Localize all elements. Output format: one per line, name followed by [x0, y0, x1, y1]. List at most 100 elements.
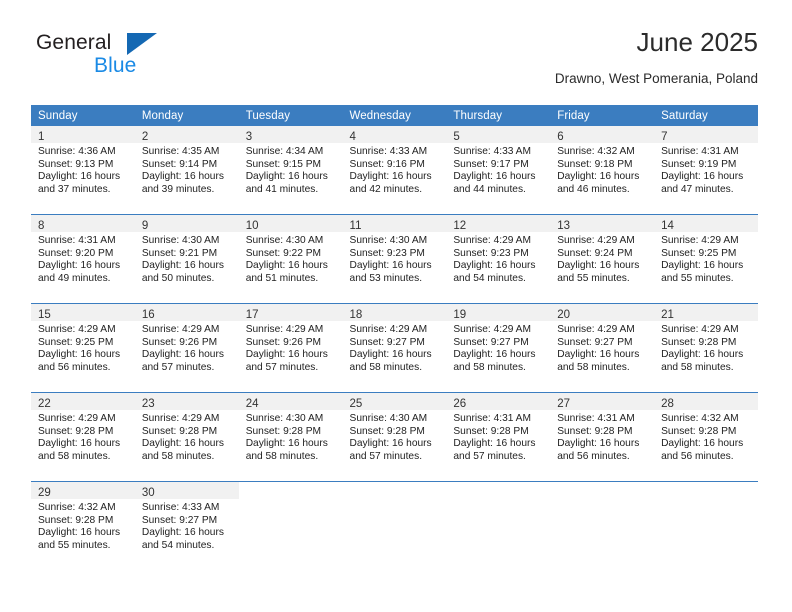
weekday-header-thursday: Thursday [446, 105, 551, 126]
day-number: 2 [141, 131, 149, 143]
sunset-text: Sunset: 9:20 PM [38, 247, 114, 259]
calendar-day-cell[interactable]: 26 Sunrise: 4:31 AM Sunset: 9:28 PM Dayligh… [446, 392, 551, 482]
calendar-day-cell[interactable]: 14 Sunrise: 4:29 AM Sunset: 9:25 PM Dayligh… [654, 214, 758, 304]
day-cell-inner: 26 Sunrise: 4:31 AM Sunset: 9:28 PM Dayligh… [446, 393, 551, 481]
day-cell-inner [446, 482, 550, 570]
calendar-day-cell[interactable]: 15 Sunrise: 4:29 AM Sunset: 9:25 PM Dayligh… [31, 303, 135, 393]
sunset-text: Sunset: 9:22 PM [245, 247, 322, 259]
daylight-text-line1: Daylight: 16 hours [245, 438, 328, 450]
day-number: 30 [141, 487, 155, 499]
calendar-day-cell[interactable]: 16 Sunrise: 4:29 AM Sunset: 9:26 PM Dayligh… [134, 303, 239, 393]
sunset-text: Sunset: 9:23 PM [349, 247, 425, 259]
sunrise-text: Sunrise: 4:31 AM [557, 413, 635, 424]
day-info: Sunrise: 4:29 AM Sunset: 9:27 PM Daylight:… [343, 321, 447, 374]
day-info: Sunrise: 4:29 AM Sunset: 9:27 PM Daylight:… [446, 321, 550, 374]
day-info: Sunrise: 4:31 AM Sunset: 9:20 PM Daylight:… [31, 232, 135, 285]
daylight-text-line2: and 55 minutes. [38, 539, 111, 551]
day-cell-inner: 1 Sunrise: 4:36 AM Sunset: 9:13 PM Daylight… [31, 126, 135, 214]
calendar-empty-cell [238, 481, 343, 570]
calendar-day-cell[interactable]: 5 Sunrise: 4:33 AM Sunset: 9:17 PM Daylight… [446, 126, 551, 215]
calendar-day-cell[interactable]: 24 Sunrise: 4:30 AM Sunset: 9:28 PM Dayligh… [238, 392, 343, 482]
calendar-week-row: 8 Sunrise: 4:31 AM Sunset: 9:20 PM Daylight… [31, 214, 758, 304]
weekday-header-tuesday: Tuesday [238, 105, 343, 126]
sunrise-text: Sunrise: 4:31 AM [661, 146, 739, 157]
calendar-day-cell[interactable]: 6 Sunrise: 4:32 AM Sunset: 9:18 PM Daylight… [550, 126, 655, 215]
day-number: 12 [453, 220, 467, 232]
calendar-day-cell[interactable]: 22 Sunrise: 4:29 AM Sunset: 9:28 PM Dayligh… [31, 392, 135, 482]
calendar-day-cell[interactable]: 10 Sunrise: 4:30 AM Sunset: 9:22 PM Dayligh… [238, 214, 343, 304]
calendar-day-cell[interactable]: 21 Sunrise: 4:29 AM Sunset: 9:28 PM Dayligh… [654, 303, 758, 393]
daylight-text-line1: Daylight: 16 hours [453, 260, 536, 272]
day-cell-inner: 29 Sunrise: 4:32 AM Sunset: 9:28 PM Dayligh… [31, 482, 135, 570]
day-cell-inner [343, 482, 447, 570]
day-cell-inner: 19 Sunrise: 4:29 AM Sunset: 9:27 PM Dayligh… [446, 304, 551, 392]
daylight-text-line1: Daylight: 16 hours [38, 349, 121, 361]
calendar-day-cell[interactable]: 29 Sunrise: 4:32 AM Sunset: 9:28 PM Dayligh… [31, 481, 135, 570]
day-number: 17 [245, 309, 259, 321]
sunrise-text: Sunrise: 4:29 AM [661, 235, 739, 246]
daylight-text-line1: Daylight: 16 hours [245, 260, 328, 272]
day-info: Sunrise: 4:31 AM Sunset: 9:19 PM Daylight:… [654, 143, 758, 196]
logo-text-general: General [36, 31, 112, 54]
calendar-day-cell[interactable]: 7 Sunrise: 4:31 AM Sunset: 9:19 PM Daylight… [654, 126, 758, 215]
day-cell-inner: 10 Sunrise: 4:30 AM Sunset: 9:22 PM Dayligh… [238, 215, 343, 303]
calendar-day-cell[interactable]: 11 Sunrise: 4:30 AM Sunset: 9:23 PM Dayligh… [342, 214, 447, 304]
day-number-band: 25 [342, 393, 447, 410]
sunset-text: Sunset: 9:27 PM [557, 336, 633, 348]
daylight-text-line2: and 53 minutes. [349, 272, 423, 284]
daylight-text-line1: Daylight: 16 hours [245, 171, 328, 183]
calendar-day-cell[interactable]: 12 Sunrise: 4:29 AM Sunset: 9:23 PM Dayligh… [446, 214, 551, 304]
day-info: Sunrise: 4:29 AM Sunset: 9:26 PM Daylight:… [239, 321, 343, 374]
daylight-text-line1: Daylight: 16 hours [141, 260, 224, 272]
daylight-text-line1: Daylight: 16 hours [141, 171, 224, 183]
calendar-day-cell[interactable]: 4 Sunrise: 4:33 AM Sunset: 9:16 PM Daylight… [342, 126, 447, 215]
calendar-day-cell[interactable]: 20 Sunrise: 4:29 AM Sunset: 9:27 PM Dayligh… [550, 303, 655, 393]
day-cell-inner [550, 482, 654, 570]
calendar-day-cell[interactable]: 3 Sunrise: 4:34 AM Sunset: 9:15 PM Daylight… [238, 126, 343, 215]
sunrise-text: Sunrise: 4:30 AM [349, 235, 428, 246]
sunset-text: Sunset: 9:28 PM [453, 425, 529, 437]
calendar-body: 1 Sunrise: 4:36 AM Sunset: 9:13 PM Daylight… [31, 126, 758, 570]
daylight-text-line1: Daylight: 16 hours [141, 349, 224, 361]
calendar-day-cell[interactable]: 18 Sunrise: 4:29 AM Sunset: 9:27 PM Dayligh… [342, 303, 447, 393]
day-number-band: 15 [31, 304, 135, 321]
sunset-text: Sunset: 9:28 PM [38, 514, 114, 526]
daylight-text-line2: and 41 minutes. [245, 183, 319, 195]
sunrise-text: Sunrise: 4:32 AM [661, 413, 739, 424]
calendar-day-cell[interactable]: 8 Sunrise: 4:31 AM Sunset: 9:20 PM Daylight… [31, 214, 135, 304]
daylight-text-line2: and 57 minutes. [245, 361, 319, 373]
title-block: June 2025 Drawno, West Pomerania, Poland [555, 26, 758, 89]
calendar-day-cell[interactable]: 2 Sunrise: 4:35 AM Sunset: 9:14 PM Daylight… [134, 126, 239, 215]
day-number: 4 [349, 131, 356, 143]
day-number: 13 [557, 220, 571, 232]
calendar-day-cell[interactable]: 19 Sunrise: 4:29 AM Sunset: 9:27 PM Dayligh… [446, 303, 551, 393]
sunrise-text: Sunrise: 4:29 AM [349, 324, 428, 335]
day-number: 5 [453, 131, 460, 143]
calendar-day-cell[interactable]: 28 Sunrise: 4:32 AM Sunset: 9:28 PM Dayligh… [654, 392, 758, 482]
calendar-day-cell[interactable]: 1 Sunrise: 4:36 AM Sunset: 9:13 PM Daylight… [31, 126, 135, 215]
day-info: Sunrise: 4:29 AM Sunset: 9:27 PM Daylight:… [550, 321, 654, 374]
calendar-day-cell[interactable]: 30 Sunrise: 4:33 AM Sunset: 9:27 PM Dayligh… [134, 481, 239, 570]
sunset-text: Sunset: 9:13 PM [38, 158, 114, 170]
day-number: 3 [245, 131, 253, 143]
day-cell-inner: 8 Sunrise: 4:31 AM Sunset: 9:20 PM Daylight… [31, 215, 135, 303]
daylight-text-line2: and 50 minutes. [141, 272, 215, 284]
calendar-empty-cell [550, 481, 655, 570]
day-cell-inner: 21 Sunrise: 4:29 AM Sunset: 9:28 PM Dayligh… [654, 304, 758, 392]
day-cell-inner: 3 Sunrise: 4:34 AM Sunset: 9:15 PM Daylight… [238, 126, 343, 214]
calendar-day-cell[interactable]: 25 Sunrise: 4:30 AM Sunset: 9:28 PM Dayligh… [342, 392, 447, 482]
day-info: Sunrise: 4:32 AM Sunset: 9:28 PM Daylight:… [654, 410, 758, 463]
day-info: Sunrise: 4:30 AM Sunset: 9:28 PM Daylight:… [343, 410, 447, 463]
sunrise-text: Sunrise: 4:30 AM [349, 413, 428, 424]
daylight-text-line1: Daylight: 16 hours [557, 171, 640, 183]
calendar-day-cell[interactable]: 23 Sunrise: 4:29 AM Sunset: 9:28 PM Dayligh… [134, 392, 239, 482]
calendar-day-cell[interactable]: 9 Sunrise: 4:30 AM Sunset: 9:21 PM Daylight… [134, 214, 239, 304]
day-number: 29 [38, 487, 51, 499]
calendar-day-cell[interactable]: 13 Sunrise: 4:29 AM Sunset: 9:24 PM Dayligh… [550, 214, 655, 304]
day-cell-inner: 14 Sunrise: 4:29 AM Sunset: 9:25 PM Dayligh… [654, 215, 758, 303]
day-number-band: 4 [342, 126, 447, 143]
calendar-day-cell[interactable]: 17 Sunrise: 4:29 AM Sunset: 9:26 PM Dayligh… [238, 303, 343, 393]
generalblue-logo[interactable]: General Blue [34, 30, 214, 86]
sunrise-text: Sunrise: 4:29 AM [661, 324, 739, 335]
calendar-day-cell[interactable]: 27 Sunrise: 4:31 AM Sunset: 9:28 PM Dayligh… [550, 392, 655, 482]
